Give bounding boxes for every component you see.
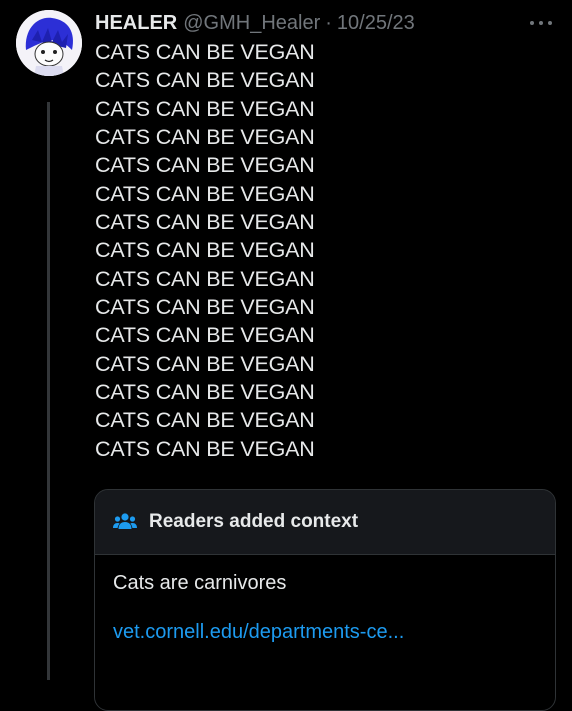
post-text: CATS CAN BE VEGAN CATS CAN BE VEGAN CATS… xyxy=(95,38,555,463)
post-line: CATS CAN BE VEGAN xyxy=(95,96,315,121)
author-display-name[interactable]: HEALER xyxy=(95,12,177,35)
post-line: CATS CAN BE VEGAN xyxy=(95,266,315,291)
community-note-body: Cats are carnivores vet.cornell.edu/depa… xyxy=(95,555,555,710)
post-line: CATS CAN BE VEGAN xyxy=(95,68,315,93)
post-line: CATS CAN BE VEGAN xyxy=(95,436,315,461)
post-line: CATS CAN BE VEGAN xyxy=(95,238,315,263)
post-line: CATS CAN BE VEGAN xyxy=(95,181,315,206)
community-note-header: Readers added context xyxy=(95,490,555,554)
post-line: CATS CAN BE VEGAN xyxy=(95,294,315,319)
post-line: CATS CAN BE VEGAN xyxy=(95,124,315,149)
post-date[interactable]: 10/25/23 xyxy=(337,12,415,35)
post-line: CATS CAN BE VEGAN xyxy=(95,40,315,64)
more-dots-icon[interactable] xyxy=(530,16,552,30)
avatar-icon xyxy=(16,10,82,76)
post-line: CATS CAN BE VEGAN xyxy=(95,351,315,376)
author-handle[interactable]: @GMH_Healer xyxy=(183,12,320,35)
avatar[interactable] xyxy=(16,10,82,76)
people-icon xyxy=(113,513,137,529)
community-note-title: Readers added context xyxy=(149,511,359,532)
post-line: CATS CAN BE VEGAN xyxy=(95,408,315,433)
thread-line xyxy=(47,102,50,680)
post-line: CATS CAN BE VEGAN xyxy=(95,379,315,404)
post-line: CATS CAN BE VEGAN xyxy=(95,209,315,234)
header-separator: · xyxy=(325,11,332,34)
post-header: HEALER @GMH_Healer · 10/25/23 xyxy=(95,10,415,36)
community-note-card[interactable]: Readers added context Cats are carnivore… xyxy=(94,489,556,711)
community-note-text: Cats are carnivores xyxy=(113,572,287,594)
post-line: CATS CAN BE VEGAN xyxy=(95,323,315,348)
community-note-link[interactable]: vet.cornell.edu/departments-ce... xyxy=(113,621,537,644)
post-line: CATS CAN BE VEGAN xyxy=(95,153,315,178)
